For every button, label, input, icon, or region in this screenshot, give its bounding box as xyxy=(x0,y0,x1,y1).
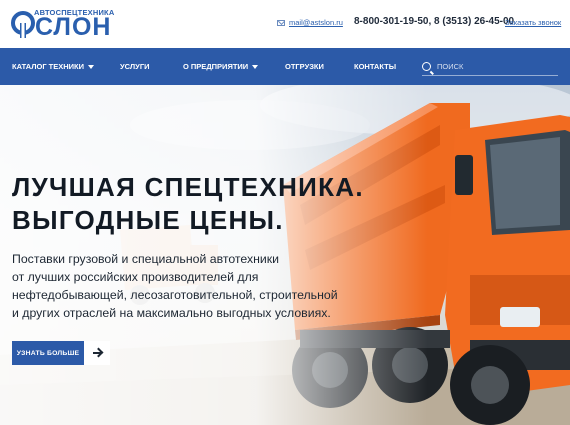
email-contact[interactable]: mail@astslon.ru xyxy=(277,18,343,27)
search-icon[interactable] xyxy=(422,62,431,71)
logo-wordmark: СЛОН xyxy=(35,13,112,41)
nav-item-about[interactable]: О ПРЕДПРИЯТИИ xyxy=(183,48,259,85)
learn-more-arrow[interactable] xyxy=(84,341,110,365)
nav-item-shipments[interactable]: ОТГРУЗКИ xyxy=(285,48,324,85)
chevron-down-icon xyxy=(88,64,95,69)
hero-text-line: от лучших российских производителей для xyxy=(12,270,259,284)
nav-item-catalog[interactable]: КАТАЛОГ ТЕХНИКИ xyxy=(12,48,95,85)
search-input[interactable] xyxy=(437,62,558,71)
hero-text-line: нефтедобывающей, лесозаготовительной, ст… xyxy=(12,288,338,302)
nav-item-label: УСЛУГИ xyxy=(120,62,150,71)
arrow-right-icon xyxy=(93,352,101,354)
hero-text-line: Поставки грузовой и специальной автотехн… xyxy=(12,252,280,266)
hero-banner: ЛУЧШАЯ СПЕЦТЕХНИКА. ВЫГОДНЫЕ ЦЕНЫ. Поста… xyxy=(0,85,570,425)
hero-title: ЛУЧШАЯ СПЕЦТЕХНИКА. ВЫГОДНЫЕ ЦЕНЫ. xyxy=(12,171,364,237)
nav-item-label: КАТАЛОГ ТЕХНИКИ xyxy=(12,62,85,71)
hero-title-line: ВЫГОДНЫЕ ЦЕНЫ. xyxy=(12,205,284,235)
email-link[interactable]: mail@astslon.ru xyxy=(289,18,343,27)
chevron-down-icon xyxy=(252,64,259,69)
mail-icon xyxy=(277,19,285,26)
nav-item-contacts[interactable]: КОНТАКТЫ xyxy=(354,48,396,85)
callback-link[interactable]: Заказать звонок xyxy=(505,18,561,27)
site-header: АВТОСПЕЦТЕХНИКА СЛОН mail@astslon.ru 8-8… xyxy=(0,0,570,48)
hero-title-line: ЛУЧШАЯ СПЕЦТЕХНИКА. xyxy=(12,172,364,202)
hero-description: Поставки грузовой и специальной автотехн… xyxy=(12,250,342,322)
learn-more-label[interactable]: УЗНАТЬ БОЛЬШЕ xyxy=(12,341,84,365)
nav-item-label: О ПРЕДПРИЯТИИ xyxy=(183,62,249,71)
nav-item-label: ОТГРУЗКИ xyxy=(285,62,324,71)
main-nav: КАТАЛОГ ТЕХНИКИ УСЛУГИ О ПРЕДПРИЯТИИ ОТГ… xyxy=(0,48,570,85)
search-box[interactable] xyxy=(422,58,558,76)
phone-numbers[interactable]: 8-800-301-19-50, 8 (3513) 26-45-00 xyxy=(354,16,514,27)
nav-item-label: КОНТАКТЫ xyxy=(354,62,397,71)
nav-item-services[interactable]: УСЛУГИ xyxy=(120,48,149,85)
logo-mark-icon xyxy=(11,11,35,38)
hero-text-line: и других отраслей на максимально выгодны… xyxy=(12,306,331,320)
learn-more-button[interactable]: УЗНАТЬ БОЛЬШЕ xyxy=(12,341,110,365)
logo[interactable]: АВТОСПЕЦТЕХНИКА СЛОН xyxy=(10,8,114,41)
